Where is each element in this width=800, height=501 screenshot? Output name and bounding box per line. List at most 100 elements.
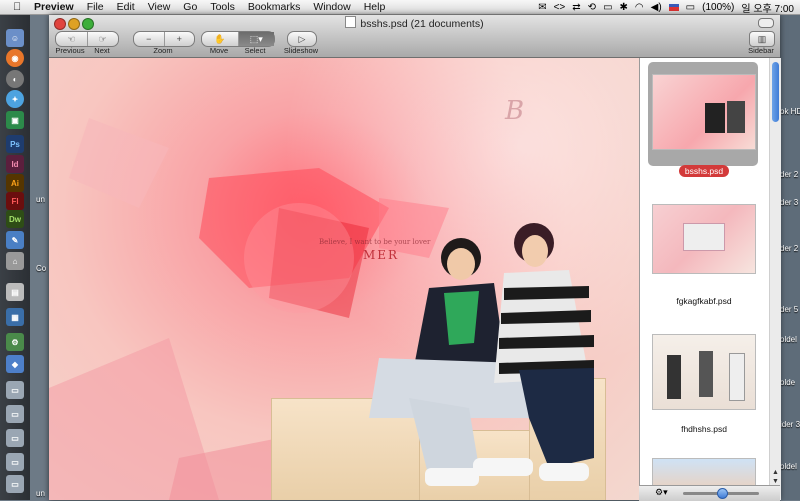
photoshop-icon[interactable]: Ps [6, 135, 24, 153]
volume-icon[interactable]: ◀) [651, 2, 662, 13]
dashboard-icon[interactable]: ◐ [6, 70, 24, 88]
display-icon[interactable]: ▭ [603, 2, 612, 13]
bluetooth-icon[interactable]: ✱ [620, 2, 628, 13]
gear-icon[interactable]: ⚙▾ [655, 487, 668, 498]
finder-icon[interactable]: ☺ [6, 29, 24, 47]
menu-edit[interactable]: Edit [117, 1, 135, 13]
desktop-item-label[interactable]: ider 3 [780, 420, 800, 429]
next-icon: ☞ [98, 33, 107, 44]
battery-percent: (100%) [702, 1, 735, 13]
hand-icon: ✋ [214, 33, 226, 44]
menu-preview[interactable]: Preview [34, 1, 74, 13]
move-tool-button[interactable]: ✋ [202, 32, 239, 46]
nav-control: ☜ ☞ [55, 31, 119, 47]
select-tool-button[interactable]: ⬚▾ [238, 32, 274, 46]
clock[interactable]: 일 오후 7:00 [741, 0, 794, 15]
toolbar-toggle-button[interactable] [758, 18, 774, 28]
menu-bar:  Preview File Edit View Go Tools Bookma… [0, 0, 800, 15]
scrollbar-thumb[interactable] [772, 62, 779, 122]
dropbox-icon[interactable]: ✉ [538, 2, 546, 13]
script-icon[interactable]: <> [554, 2, 566, 13]
previous-icon: ☜ [67, 33, 76, 44]
app-icon[interactable]: ▤ [6, 283, 24, 301]
window-title-text: bsshs.psd (21 documents) [360, 18, 484, 30]
desktop-item-label[interactable]: der 5 [780, 305, 798, 314]
firefox-icon[interactable]: ◉ [6, 49, 24, 67]
illustrator-icon[interactable]: Ai [6, 174, 24, 192]
app-icon[interactable]: ✎ [6, 231, 24, 249]
time-machine-icon[interactable]: ⟲ [588, 2, 596, 13]
desktop-item-label[interactable]: der 2 [780, 170, 798, 179]
dreamweaver-icon[interactable]: Dw [6, 210, 24, 228]
document-icon[interactable]: ▭ [6, 429, 24, 447]
apple-menu-icon[interactable]:  [10, 1, 24, 13]
window-titlebar: bsshs.psd (21 documents) ☜ ☞ Previous Ne… [49, 15, 780, 58]
document-icon [345, 16, 357, 28]
desktop-item-label[interactable]: oldel [780, 462, 797, 471]
app-icon[interactable]: ▦ [6, 308, 24, 326]
flag-icon[interactable] [668, 3, 679, 11]
sidebar-icon: ▥ [757, 33, 767, 44]
slideshow-button[interactable]: ▷ [287, 31, 317, 47]
thumbnail-label[interactable]: fhdhshs.psd [640, 424, 768, 434]
image-view[interactable]: B Believe, I want to be your lover MER [49, 58, 639, 500]
desktop-item-label[interactable]: der 3 [780, 198, 798, 207]
sidebar-footer: ⚙▾ [639, 485, 780, 501]
desktop-item-label[interactable]: un [36, 195, 45, 204]
thumbnail-image[interactable] [652, 204, 756, 274]
zoom-out-button[interactable]: − [134, 32, 165, 46]
thumbnail-label[interactable]: bsshs.psd [640, 165, 768, 177]
sidebar-scrollbar[interactable]: ▲ ▼ [769, 58, 781, 500]
sync-icon[interactable]: ⇄ [572, 2, 580, 13]
next-button[interactable]: ☞ [88, 32, 119, 46]
document-icon[interactable]: ▭ [6, 405, 24, 423]
safari-icon[interactable]: ✦ [6, 90, 24, 108]
wifi-icon[interactable]: ◠ [635, 2, 644, 13]
desktop-item-label[interactable]: ok HD [780, 107, 800, 116]
desktop-item-label[interactable]: Co [36, 264, 46, 273]
zoom-control: − + [133, 31, 195, 47]
desktop-item-label[interactable]: un [36, 489, 45, 498]
thumbnail-image[interactable] [652, 334, 756, 410]
dock: ☺ ◉ ◐ ✦ ▣ Ps Id Ai Fl Dw ✎ ⌂ ▤ ▦ ⚙ ◆ ▭ ▭… [0, 15, 30, 500]
scroll-up-icon[interactable]: ▲ [770, 469, 781, 478]
window-title: bsshs.psd (21 documents) [49, 16, 780, 30]
desktop-item-label[interactable]: olde [780, 378, 795, 387]
indesign-icon[interactable]: Id [6, 155, 24, 173]
thumbnail-image[interactable] [652, 74, 756, 150]
menu-file[interactable]: File [87, 1, 104, 13]
previous-button[interactable]: ☜ [56, 32, 88, 46]
select-icon: ⬚▾ [249, 33, 263, 44]
next-label: Next [94, 46, 110, 55]
app-icon[interactable]: ◆ [6, 355, 24, 373]
app-icon[interactable]: ⚙ [6, 333, 24, 351]
menu-view[interactable]: View [148, 1, 171, 13]
desktop-item-label[interactable]: oldel [780, 335, 797, 344]
battery-icon[interactable]: ▭ [686, 2, 695, 13]
menu-help[interactable]: Help [364, 1, 386, 13]
plus-icon: + [176, 34, 182, 44]
slider-knob[interactable] [717, 488, 728, 499]
desktop-item-label[interactable]: der 2 [780, 244, 798, 253]
menu-window[interactable]: Window [313, 1, 350, 13]
menu-bookmarks[interactable]: Bookmarks [248, 1, 301, 13]
app-icon[interactable]: ⌂ [6, 252, 24, 270]
minus-icon: − [146, 34, 152, 44]
flash-icon[interactable]: Fl [6, 192, 24, 210]
app-icon[interactable]: ▣ [6, 111, 24, 129]
menu-go[interactable]: Go [183, 1, 197, 13]
document-icon[interactable]: ▭ [6, 475, 24, 493]
document-icon[interactable]: ▭ [6, 381, 24, 399]
thumbnail-label[interactable]: fgkagfkabf.psd [640, 296, 768, 306]
sidebar-button[interactable]: ▥ [749, 31, 775, 47]
slideshow-icon: ▷ [298, 33, 306, 44]
preview-window: bsshs.psd (21 documents) ☜ ☞ Previous Ne… [49, 15, 781, 501]
document-icon[interactable]: ▭ [6, 453, 24, 471]
previous-label: Previous [55, 46, 85, 55]
move-label: Move [209, 46, 229, 55]
zoom-in-button[interactable]: + [165, 32, 195, 46]
zoom-label: Zoom [153, 46, 173, 55]
menu-tools[interactable]: Tools [210, 1, 235, 13]
slideshow-label: Slideshow [283, 46, 319, 55]
status-area: ✉ <> ⇄ ⟲ ▭ ✱ ◠ ◀) ▭ (100%) 일 오후 7:00 [538, 0, 794, 15]
